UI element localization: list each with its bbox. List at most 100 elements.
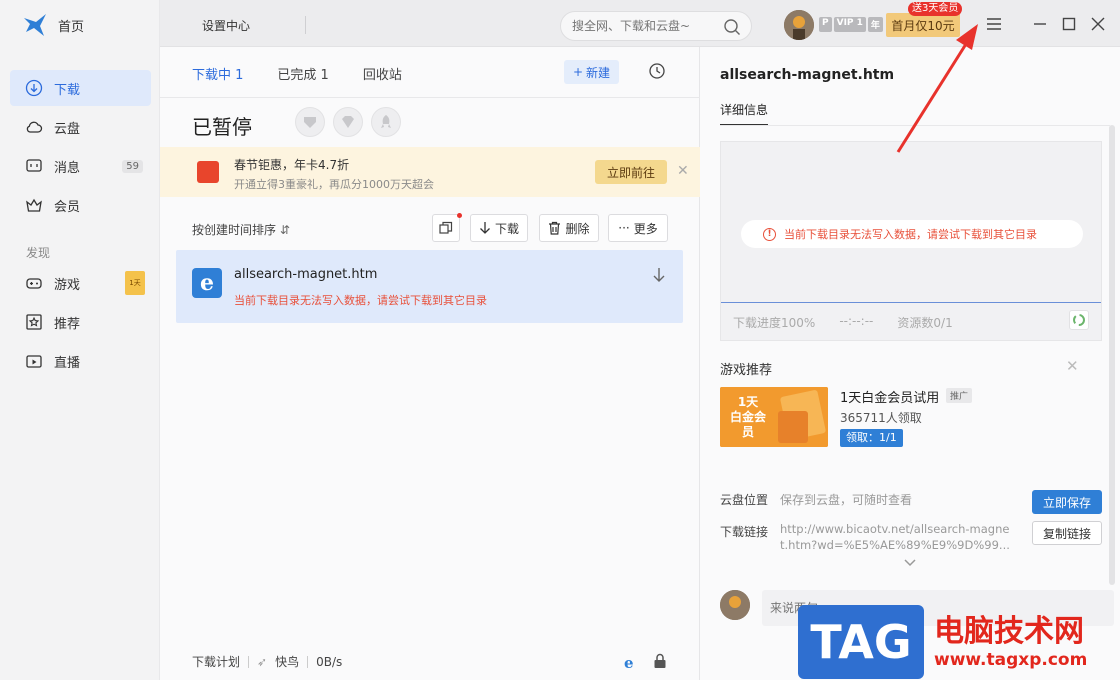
comment-avatar xyxy=(720,590,750,620)
more-icon: ··· xyxy=(618,221,630,235)
warning-icon: ! xyxy=(763,227,776,241)
copy-icon xyxy=(439,221,453,234)
banner-subtitle: 开通立得3重豪礼，再瓜分1000万天超会 xyxy=(234,178,434,191)
vip-promo-button[interactable]: 首月仅10元 xyxy=(886,13,960,37)
live-icon xyxy=(24,351,44,371)
new-button-label: 新建 xyxy=(586,65,611,80)
maximize-icon[interactable] xyxy=(1059,14,1079,34)
chevron-down-icon[interactable] xyxy=(904,559,916,567)
detail-title: allsearch-magnet.htm xyxy=(720,67,895,83)
menu-icon[interactable] xyxy=(984,14,1004,34)
browser-icon[interactable]: e xyxy=(624,654,634,672)
divider xyxy=(160,97,700,98)
detail-panel: allsearch-magnet.htm 详细信息 ! 当前下载目录无法写入数据… xyxy=(700,47,1120,680)
vip-tag: P xyxy=(819,17,832,32)
new-download-button[interactable]: + 新建 xyxy=(564,60,619,84)
cloud-location-value: 保存到云盘，可随时查看 xyxy=(780,493,913,507)
user-avatar[interactable] xyxy=(784,10,814,40)
more-button[interactable]: ··· 更多 xyxy=(608,214,668,242)
sidebar-item-recommend[interactable]: 推荐 xyxy=(10,304,151,340)
sidebar-item-label: 推荐 xyxy=(54,316,81,332)
vip-tag: 年 xyxy=(867,17,883,32)
search-input[interactable] xyxy=(572,19,712,33)
claim-button[interactable]: 领取：1/1 xyxy=(840,429,903,447)
arrow-down-icon[interactable] xyxy=(651,266,667,284)
game-promo-thumb[interactable]: 1天 xyxy=(125,271,145,295)
divider xyxy=(720,125,1110,126)
game-name[interactable]: 1天白金会员试用 xyxy=(840,387,939,406)
progress-bar xyxy=(721,302,1101,303)
rocket-icon[interactable] xyxy=(371,107,401,137)
download-row[interactable]: e allsearch-magnet.htm 当前下载目录无法写入数据，请尝试下… xyxy=(176,250,683,323)
sidebar-item-cloud[interactable]: 云盘 xyxy=(10,109,151,145)
vip-tags: P VIP 1 年 xyxy=(819,17,883,32)
sidebar-item-label: 消息 xyxy=(54,160,81,176)
resource-count: 资源数0/1 xyxy=(897,316,953,330)
file-name: allsearch-magnet.htm xyxy=(234,267,378,282)
banner-go-button[interactable]: 立即前往 xyxy=(595,160,667,184)
tab-downloading[interactable]: 下载中 1 xyxy=(192,64,243,83)
copy-link-button[interactable]: 复制链接 xyxy=(1032,521,1102,545)
settings-center-link[interactable]: 设置中心 xyxy=(202,17,250,34)
watermark-url: www.tagxp.com xyxy=(934,649,1088,670)
download-speed: 0B/s xyxy=(316,654,343,669)
download-button[interactable]: 下载 xyxy=(470,214,528,242)
detail-status-box: ! 当前下载目录无法写入数据，请尝试下载到其它目录 下载进度100% --:--… xyxy=(720,141,1102,341)
app-logo-icon[interactable] xyxy=(22,12,48,38)
sidebar-item-label: 直播 xyxy=(54,355,81,371)
sidebar-item-games[interactable]: 游戏 1天 xyxy=(10,265,151,301)
save-now-button[interactable]: 立即保存 xyxy=(1032,490,1102,514)
batch-select-button[interactable] xyxy=(432,214,460,242)
download-link-label: 下载链接 xyxy=(720,525,769,539)
divider xyxy=(305,16,306,34)
file-error: 当前下载目录无法写入数据，请尝试下载到其它目录 xyxy=(234,294,487,307)
sort-selector[interactable]: 按创建时间排序 ⇵ xyxy=(192,221,290,238)
delete-button[interactable]: 删除 xyxy=(539,214,599,242)
tab-details[interactable]: 详细信息 xyxy=(720,101,769,126)
message-count-badge: 59 xyxy=(122,159,143,173)
download-plan-link[interactable]: 下载计划 xyxy=(192,653,240,670)
progress-info: 下载进度100% --:--:-- 资源数0/1 xyxy=(733,314,953,331)
minimize-icon[interactable] xyxy=(1030,14,1050,34)
history-icon[interactable] xyxy=(648,62,666,80)
more-label: 更多 xyxy=(633,221,658,236)
delete-label: 删除 xyxy=(565,221,590,236)
sidebar-item-message[interactable]: 消息 59 xyxy=(10,148,151,184)
sidebar-item-label: 游戏 xyxy=(54,277,81,293)
divider xyxy=(307,655,309,668)
scrollbar[interactable] xyxy=(1109,125,1115,585)
sidebar-item-label: 下载 xyxy=(54,82,81,98)
game-thumbnail[interactable]: 1天 白金会员 xyxy=(720,387,828,447)
lock-icon[interactable] xyxy=(653,653,667,669)
cloud-location-label: 云盘位置 xyxy=(720,493,769,507)
watermark-site-name: 电脑技术网 xyxy=(934,613,1084,649)
trash-icon xyxy=(549,221,561,235)
watermark: TAG 电脑技术网 www.tagxp.com xyxy=(798,603,1120,680)
close-icon[interactable]: ✕ xyxy=(1066,357,1079,375)
loading-icon[interactable] xyxy=(1069,310,1089,330)
promo-banner: 春节钜惠，年卡4.7折 开通立得3重豪礼，再瓜分1000万天超会 立即前往 ✕ xyxy=(160,147,700,197)
sidebar-item-vip[interactable]: 会员 xyxy=(10,187,151,223)
speed-boost-icon[interactable] xyxy=(295,107,325,137)
promo-badge: 送3天会员 xyxy=(908,2,963,16)
search-icon[interactable] xyxy=(723,18,741,36)
sidebar-item-live[interactable]: 直播 xyxy=(10,343,151,379)
ad-badge: 推广 xyxy=(946,388,973,403)
sidebar-item-download[interactable]: 下载 xyxy=(10,70,151,106)
home-link[interactable]: 首页 xyxy=(58,16,84,35)
diamond-icon[interactable] xyxy=(333,107,363,137)
close-icon[interactable] xyxy=(1088,14,1108,34)
global-search[interactable] xyxy=(560,11,752,41)
vip-tag: VIP 1 xyxy=(833,17,866,32)
sort-label: 按创建时间排序 xyxy=(192,223,277,237)
speed-mode[interactable]: 快鸟 xyxy=(275,653,299,670)
download-link-value[interactable]: http://www.bicaotv.net/allsearch-magnet.… xyxy=(780,521,1016,553)
crown-icon xyxy=(24,195,44,215)
game-section-title: 游戏推荐 xyxy=(720,363,773,378)
download-tabs: 下载中 1 已完成 1 回收站 xyxy=(192,64,402,83)
tab-completed[interactable]: 已完成 1 xyxy=(277,64,328,83)
close-icon[interactable]: ✕ xyxy=(677,163,689,179)
claim-count: 365711人领取 xyxy=(840,411,922,425)
tab-recycle-bin[interactable]: 回收站 xyxy=(363,64,402,83)
download-label: 下载 xyxy=(494,221,519,236)
